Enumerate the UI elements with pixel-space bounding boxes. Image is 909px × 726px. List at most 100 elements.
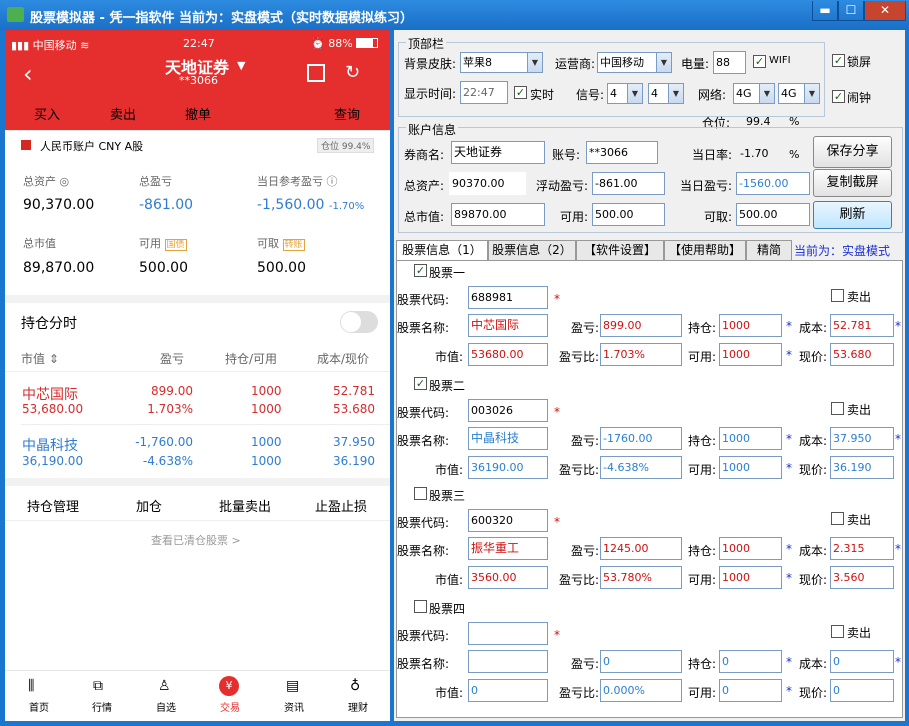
stock-position-input[interactable]: 1000: [719, 427, 782, 450]
tab-settings[interactable]: 【软件设置】: [576, 240, 664, 260]
wifi-checkbox[interactable]: ✓: [753, 55, 766, 68]
stock-enable-checkbox[interactable]: ✓: [414, 377, 427, 390]
account-input[interactable]: **3066: [586, 141, 658, 164]
refresh-button[interactable]: 刷新: [813, 201, 892, 229]
tab-stock-info-2[interactable]: 股票信息（2）: [488, 240, 576, 260]
batch-sell-button[interactable]: 批量卖出: [219, 496, 271, 515]
stock-cost-input[interactable]: 37.950: [830, 427, 894, 450]
float-pl-input[interactable]: -861.00: [592, 172, 665, 195]
stock-price-input[interactable]: 3.560: [830, 566, 894, 589]
tab-holdings[interactable]: 持仓: [259, 104, 285, 123]
stock-avail-input[interactable]: 1000: [719, 566, 782, 589]
stock-price-input[interactable]: 53.680: [830, 343, 894, 366]
stock-enable-checkbox[interactable]: [414, 600, 427, 613]
stock-cost-input[interactable]: 52.781: [830, 314, 894, 337]
stock-cost-input[interactable]: 2.315: [830, 537, 894, 560]
stock-ratio-input[interactable]: 0.000%: [600, 679, 682, 702]
realtime-checkbox[interactable]: ✓: [514, 86, 527, 99]
stock-avail-input[interactable]: 1000: [719, 456, 782, 479]
stop-profit-loss-button[interactable]: 止盈止损: [315, 496, 367, 515]
sell-checkbox[interactable]: [831, 512, 844, 525]
total-assets-input[interactable]: 90370.00: [449, 172, 526, 195]
tab-buy[interactable]: 买入: [34, 104, 60, 123]
nav-news[interactable]: 资讯: [284, 699, 304, 714]
maximize-icon[interactable]: ☐: [838, 1, 864, 21]
stock-mv-input[interactable]: 36190.00: [468, 456, 548, 479]
stock-ratio-input[interactable]: 1.703%: [600, 343, 682, 366]
stock-price-input[interactable]: 36.190: [830, 456, 894, 479]
tab-query[interactable]: 查询: [334, 104, 360, 123]
info-icon[interactable]: ⓘ: [327, 175, 338, 188]
stock-enable-checkbox[interactable]: [414, 487, 427, 500]
stock-code-input[interactable]: 600320: [468, 509, 548, 532]
tab-cancel[interactable]: 撤单: [185, 104, 211, 123]
add-position-button[interactable]: 加仓: [136, 496, 162, 515]
stock-mv-input[interactable]: 0: [468, 679, 548, 702]
nav-wealth[interactable]: 理财: [348, 699, 368, 714]
carrier-select[interactable]: 中国移动 ▼: [597, 52, 672, 73]
time-input[interactable]: 22:47: [460, 81, 508, 104]
save-share-button[interactable]: 保存分享: [813, 136, 892, 168]
stock-ratio-input[interactable]: 53.780%: [600, 566, 682, 589]
stock-pl-input[interactable]: -1760.00: [600, 427, 682, 450]
nav-home[interactable]: 首页: [29, 699, 49, 714]
stock-name-input[interactable]: 振华重工: [468, 537, 548, 560]
split-toggle[interactable]: [340, 311, 378, 333]
share-icon[interactable]: [307, 64, 325, 82]
stock-pl-input[interactable]: 899.00: [600, 314, 682, 337]
stock-mv-input[interactable]: 53680.00: [468, 343, 548, 366]
day-pl-input[interactable]: -1560.00: [736, 172, 810, 195]
sell-checkbox[interactable]: [831, 625, 844, 638]
stock-cost-input[interactable]: 0: [830, 650, 894, 673]
nav-market[interactable]: 行情: [92, 699, 112, 714]
tab-help[interactable]: 【使用帮助】: [664, 240, 746, 260]
sell-checkbox[interactable]: [831, 402, 844, 415]
manage-holdings-button[interactable]: 持仓管理: [27, 496, 79, 515]
stock-position-input[interactable]: 1000: [719, 537, 782, 560]
nav-watchlist[interactable]: 自选: [156, 699, 176, 714]
stock-name-input[interactable]: 中晶科技: [468, 427, 548, 450]
close-icon[interactable]: ✕: [864, 1, 906, 21]
copy-screenshot-button[interactable]: 复制截屏: [813, 169, 892, 197]
dropdown-icon[interactable]: ▼: [237, 59, 245, 72]
stock-code-input[interactable]: 688981: [468, 286, 548, 309]
broker-input[interactable]: 天地证券: [451, 141, 545, 164]
stock-name-input[interactable]: 中芯国际: [468, 314, 548, 337]
stock-name-input[interactable]: [468, 650, 548, 673]
network-select-a[interactable]: 4G ▼: [733, 83, 775, 104]
stock-pl-input[interactable]: 1245.00: [600, 537, 682, 560]
stock-enable-checkbox[interactable]: ✓: [414, 264, 427, 277]
network-select-b[interactable]: 4G ▼: [778, 83, 820, 104]
stock-mv-input[interactable]: 3560.00: [468, 566, 548, 589]
stock-position-input[interactable]: 1000: [719, 314, 782, 337]
tab-stock-info-1[interactable]: 股票信息（1）: [396, 240, 488, 261]
stock-avail-input[interactable]: 1000: [719, 343, 782, 366]
lock-checkbox[interactable]: ✓: [832, 54, 845, 67]
battery-input[interactable]: 88: [713, 51, 746, 74]
stock-code-input[interactable]: 003026: [468, 399, 548, 422]
withdrawable-input[interactable]: 500.00: [736, 203, 810, 226]
signal-select-b[interactable]: 4 ▼: [648, 83, 684, 104]
stock-avail-input[interactable]: 0: [719, 679, 782, 702]
stock-pl-input[interactable]: 0: [600, 650, 682, 673]
market-value-input[interactable]: 89870.00: [451, 203, 545, 226]
bond-tag[interactable]: 国债: [164, 239, 187, 251]
stock-position-input[interactable]: 0: [719, 650, 782, 673]
sell-checkbox[interactable]: [831, 289, 844, 302]
signal-select-a[interactable]: 4 ▼: [607, 83, 643, 104]
transfer-tag[interactable]: 转账: [282, 239, 305, 251]
stock-code-input[interactable]: [468, 622, 548, 645]
minimize-icon[interactable]: ▬: [812, 1, 838, 21]
available-input[interactable]: 500.00: [592, 203, 665, 226]
refresh-icon[interactable]: ↻: [345, 62, 360, 83]
col-market-value[interactable]: 市值 ⇕: [21, 350, 59, 367]
stock-price-input[interactable]: 0: [830, 679, 894, 702]
stock-ratio-input[interactable]: -4.638%: [600, 456, 682, 479]
alarm-checkbox[interactable]: ✓: [832, 90, 845, 103]
cleared-stocks-link[interactable]: 查看已清仓股票 >: [151, 532, 241, 548]
nav-trade[interactable]: 交易: [220, 699, 240, 714]
back-icon[interactable]: ‹: [23, 60, 33, 88]
skin-select[interactable]: 苹果8 ▼: [460, 52, 543, 73]
eye-icon[interactable]: ◎: [60, 175, 70, 188]
tab-sell[interactable]: 卖出: [110, 104, 136, 123]
